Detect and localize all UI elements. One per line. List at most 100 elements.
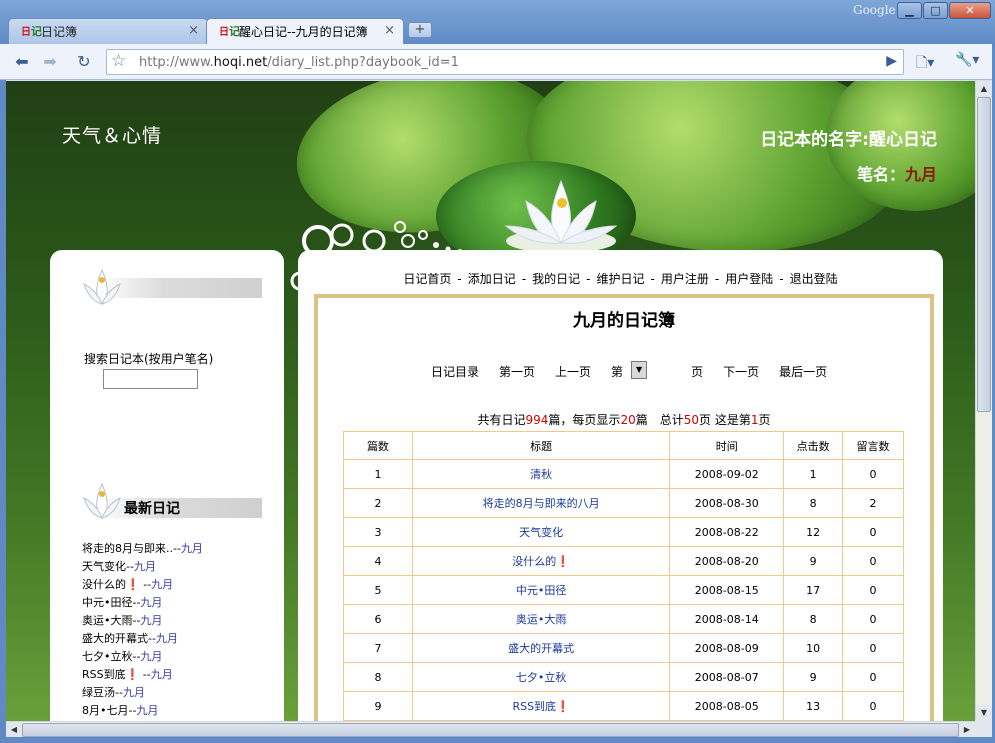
row-title-link[interactable]: 中元•田径: [411, 575, 671, 605]
vertical-scrollbar[interactable]: ▲ ▼: [975, 81, 992, 721]
window-close-button[interactable]: ✕: [949, 2, 991, 19]
table-row: 7 盛大的开幕式 2008-08-09 10 0: [343, 633, 904, 663]
horizontal-scrollbar[interactable]: ◀ ▶: [6, 721, 975, 738]
row-title-link[interactable]: 盛大的开幕式: [411, 633, 671, 663]
row-title-link[interactable]: 将走的8月与即来的八月: [411, 488, 671, 518]
table-row: 5 中元•田径 2008-08-15 17 0: [343, 575, 904, 605]
row-clicks: 10: [783, 633, 844, 663]
row-title-link[interactable]: 清秋: [411, 459, 671, 489]
list-item[interactable]: 中元•田径--九月: [82, 594, 203, 612]
close-tab-icon[interactable]: ×: [384, 23, 395, 38]
recent-diary-list: 将走的8月与即来..--九月 天气变化--九月 没什么的❗ --九月 中元•田径…: [82, 540, 203, 720]
page-menu-icon[interactable]: 🗋▾: [916, 52, 934, 76]
row-number: 5: [343, 575, 413, 605]
row-comments: 0: [842, 691, 904, 721]
lotus-flower-icon: [83, 268, 121, 305]
pager-last-link[interactable]: 最后一页: [779, 365, 827, 379]
bookmark-star-icon[interactable]: ☆: [111, 51, 126, 71]
tab-diary-book[interactable]: 日记 日记簿 ×: [8, 18, 208, 44]
close-tab-icon[interactable]: ×: [188, 23, 199, 38]
weather-mood-heading: 天气＆心情: [62, 125, 163, 147]
minimize-button[interactable]: ▁: [897, 2, 922, 19]
search-label: 搜索日记本(按用户笔名): [84, 352, 214, 366]
pen-name-value[interactable]: 九月: [905, 165, 937, 184]
pager-first-link[interactable]: 第一页: [499, 365, 535, 379]
row-date: 2008-08-07: [669, 662, 785, 692]
row-date: 2008-08-15: [669, 575, 785, 605]
go-arrow-icon[interactable]: ▶: [886, 53, 897, 69]
address-bar[interactable]: ☆ http://www.hoqi.net/diary_list.php?day…: [106, 49, 904, 75]
list-item[interactable]: 奥运•大雨--九月: [82, 612, 203, 630]
scroll-right-arrow-icon[interactable]: ▶: [959, 722, 975, 738]
forward-arrow-icon[interactable]: ➡: [38, 50, 62, 74]
browser-toolbar: ⬅ ➡ ↻ ☆ http://www.hoqi.net/diary_list.p…: [0, 44, 995, 80]
page-select[interactable]: 1▼: [631, 361, 671, 379]
chevron-down-icon[interactable]: ▼: [631, 361, 648, 379]
row-title-link[interactable]: 天气变化: [411, 517, 671, 547]
column-header: 留言数: [842, 431, 904, 460]
row-clicks: 8: [783, 604, 844, 634]
table-row: 8 七夕•立秋 2008-08-07 9 0: [343, 662, 904, 692]
row-title-link[interactable]: 七夕•立秋: [411, 662, 671, 692]
pen-name-label: 笔名：: [856, 165, 905, 184]
column-header: 点击数: [783, 431, 844, 460]
scroll-up-arrow-icon[interactable]: ▲: [976, 81, 992, 97]
row-comments: 0: [842, 604, 904, 634]
row-date: 2008-09-02: [669, 459, 785, 489]
page-title: 九月的日记簿: [573, 311, 675, 331]
nav-logout[interactable]: 退出登陆: [790, 272, 838, 286]
column-header: 篇数: [343, 431, 413, 460]
row-title-link[interactable]: 没什么的❗: [411, 546, 671, 576]
maximize-button[interactable]: □: [923, 2, 948, 19]
row-title-link[interactable]: RSS到底❗: [411, 691, 671, 721]
nav-register[interactable]: 用户注册: [661, 272, 709, 286]
row-comments: 0: [842, 459, 904, 489]
pager-catalog-link[interactable]: 日记目录: [431, 365, 479, 379]
row-date: 2008-08-14: [669, 604, 785, 634]
lotus-flower-icon: [83, 482, 121, 519]
row-number: 4: [343, 546, 413, 576]
pager: 日记目录 第一页 上一页 第 1▼ 页 下一页 最后一页: [431, 358, 847, 380]
scroll-down-arrow-icon[interactable]: ▼: [976, 705, 992, 721]
column-header: 时间: [669, 431, 785, 460]
row-title-link[interactable]: 奥运•大雨: [411, 604, 671, 634]
diary-table-body: 1 清秋 2008-09-02 1 0 2 将走的8月与即来的八月 2008-08-30 8 2 3…: [343, 459, 904, 721]
list-item[interactable]: 没什么的❗ --九月: [82, 576, 203, 594]
wrench-menu-icon[interactable]: 🔧▾: [955, 52, 979, 68]
tab-label: 醒心日记--九月的日记簿: [239, 25, 368, 39]
scroll-left-arrow-icon[interactable]: ◀: [6, 722, 22, 738]
nav-manage-diary[interactable]: 维护日记: [596, 272, 644, 286]
nav-login[interactable]: 用户登陆: [725, 272, 773, 286]
pager-next-link[interactable]: 下一页: [723, 365, 759, 379]
row-number: 7: [343, 633, 413, 663]
nav-my-diary[interactable]: 我的日记: [532, 272, 580, 286]
nav-add-diary[interactable]: 添加日记: [468, 272, 516, 286]
pager-prev-link[interactable]: 上一页: [555, 365, 591, 379]
new-tab-button[interactable]: +: [408, 22, 432, 38]
tab-current-diary[interactable]: 日记 醒心日记--九月的日记簿 ×: [206, 18, 404, 44]
list-item[interactable]: 七夕•立秋--九月: [82, 648, 203, 666]
table-row: 6 奥运•大雨 2008-08-14 8 0: [343, 604, 904, 634]
pager-page-prefix: 第: [611, 365, 624, 379]
list-item[interactable]: 盛大的开幕式--九月: [82, 630, 203, 648]
window-frame: [0, 80, 6, 740]
scroll-thumb[interactable]: [977, 97, 991, 412]
table-row: 1 清秋 2008-09-02 1 0: [343, 459, 904, 489]
reload-icon[interactable]: ↻: [72, 50, 96, 74]
list-item[interactable]: 8月•七月--九月: [82, 702, 203, 720]
row-comments: 0: [842, 546, 904, 576]
sidebar-panel: 搜索日记本(按用户笔名) 最新日记 将走的8月与即来..--九月 天气变化--九…: [50, 250, 284, 721]
list-item[interactable]: 绿豆汤--九月: [82, 684, 203, 702]
row-date: 2008-08-20: [669, 546, 785, 576]
row-clicks: 17: [783, 575, 844, 605]
row-clicks: 12: [783, 517, 844, 547]
list-item[interactable]: RSS到底❗ --九月: [82, 666, 203, 684]
diary-favicon-icon: 日记: [219, 25, 240, 38]
nav-diary-home[interactable]: 日记首页: [403, 272, 451, 286]
row-clicks: 8: [783, 488, 844, 518]
list-item[interactable]: 天气变化--九月: [82, 558, 203, 576]
pen-name-search-input[interactable]: [103, 369, 198, 389]
back-arrow-icon[interactable]: ⬅: [10, 50, 34, 74]
scroll-thumb[interactable]: [22, 723, 959, 737]
list-item[interactable]: 将走的8月与即来..--九月: [82, 540, 203, 558]
